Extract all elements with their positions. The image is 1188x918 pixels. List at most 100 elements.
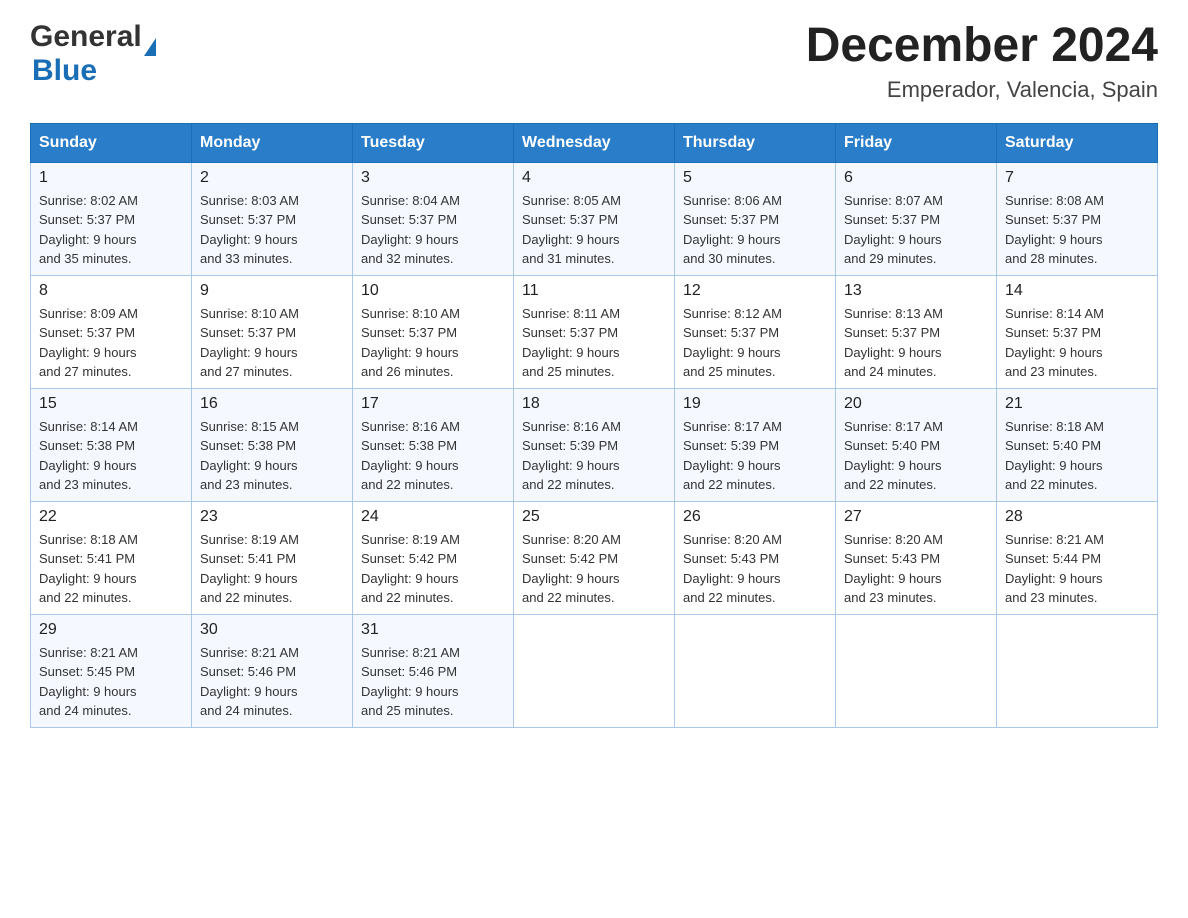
day-number: 11 — [522, 282, 666, 300]
calendar-week-row: 15 Sunrise: 8:14 AM Sunset: 5:38 PM Dayl… — [31, 388, 1158, 501]
day-number: 27 — [844, 508, 988, 526]
day-info: Sunrise: 8:04 AM Sunset: 5:37 PM Dayligh… — [361, 191, 505, 269]
day-info: Sunrise: 8:10 AM Sunset: 5:37 PM Dayligh… — [200, 304, 344, 382]
day-info: Sunrise: 8:14 AM Sunset: 5:38 PM Dayligh… — [39, 417, 183, 495]
day-info: Sunrise: 8:16 AM Sunset: 5:39 PM Dayligh… — [522, 417, 666, 495]
calendar-week-row: 22 Sunrise: 8:18 AM Sunset: 5:41 PM Dayl… — [31, 501, 1158, 614]
day-number: 15 — [39, 395, 183, 413]
day-number: 24 — [361, 508, 505, 526]
day-info: Sunrise: 8:07 AM Sunset: 5:37 PM Dayligh… — [844, 191, 988, 269]
calendar-week-row: 8 Sunrise: 8:09 AM Sunset: 5:37 PM Dayli… — [31, 275, 1158, 388]
day-info: Sunrise: 8:18 AM Sunset: 5:40 PM Dayligh… — [1005, 417, 1149, 495]
day-number: 23 — [200, 508, 344, 526]
table-row: 14 Sunrise: 8:14 AM Sunset: 5:37 PM Dayl… — [997, 275, 1158, 388]
table-row: 15 Sunrise: 8:14 AM Sunset: 5:38 PM Dayl… — [31, 388, 192, 501]
table-row: 17 Sunrise: 8:16 AM Sunset: 5:38 PM Dayl… — [353, 388, 514, 501]
col-monday: Monday — [192, 123, 353, 162]
day-number: 14 — [1005, 282, 1149, 300]
day-info: Sunrise: 8:21 AM Sunset: 5:45 PM Dayligh… — [39, 643, 183, 721]
day-number: 9 — [200, 282, 344, 300]
table-row: 28 Sunrise: 8:21 AM Sunset: 5:44 PM Dayl… — [997, 501, 1158, 614]
table-row: 22 Sunrise: 8:18 AM Sunset: 5:41 PM Dayl… — [31, 501, 192, 614]
calendar-week-row: 1 Sunrise: 8:02 AM Sunset: 5:37 PM Dayli… — [31, 162, 1158, 275]
day-number: 10 — [361, 282, 505, 300]
day-info: Sunrise: 8:18 AM Sunset: 5:41 PM Dayligh… — [39, 530, 183, 608]
table-row: 25 Sunrise: 8:20 AM Sunset: 5:42 PM Dayl… — [514, 501, 675, 614]
table-row: 8 Sunrise: 8:09 AM Sunset: 5:37 PM Dayli… — [31, 275, 192, 388]
day-info: Sunrise: 8:17 AM Sunset: 5:40 PM Dayligh… — [844, 417, 988, 495]
day-number: 1 — [39, 169, 183, 187]
table-row: 12 Sunrise: 8:12 AM Sunset: 5:37 PM Dayl… — [675, 275, 836, 388]
table-row: 24 Sunrise: 8:19 AM Sunset: 5:42 PM Dayl… — [353, 501, 514, 614]
day-info: Sunrise: 8:19 AM Sunset: 5:42 PM Dayligh… — [361, 530, 505, 608]
logo-general: General — [30, 20, 142, 54]
day-number: 2 — [200, 169, 344, 187]
day-info: Sunrise: 8:12 AM Sunset: 5:37 PM Dayligh… — [683, 304, 827, 382]
table-row: 27 Sunrise: 8:20 AM Sunset: 5:43 PM Dayl… — [836, 501, 997, 614]
day-number: 25 — [522, 508, 666, 526]
col-tuesday: Tuesday — [353, 123, 514, 162]
day-number: 12 — [683, 282, 827, 300]
day-info: Sunrise: 8:06 AM Sunset: 5:37 PM Dayligh… — [683, 191, 827, 269]
day-info: Sunrise: 8:08 AM Sunset: 5:37 PM Dayligh… — [1005, 191, 1149, 269]
day-number: 19 — [683, 395, 827, 413]
day-number: 26 — [683, 508, 827, 526]
table-row: 7 Sunrise: 8:08 AM Sunset: 5:37 PM Dayli… — [997, 162, 1158, 275]
day-number: 3 — [361, 169, 505, 187]
table-row: 19 Sunrise: 8:17 AM Sunset: 5:39 PM Dayl… — [675, 388, 836, 501]
table-row: 1 Sunrise: 8:02 AM Sunset: 5:37 PM Dayli… — [31, 162, 192, 275]
day-number: 17 — [361, 395, 505, 413]
day-number: 30 — [200, 621, 344, 639]
table-row: 30 Sunrise: 8:21 AM Sunset: 5:46 PM Dayl… — [192, 614, 353, 727]
logo-blue: Blue — [32, 54, 97, 87]
day-number: 29 — [39, 621, 183, 639]
table-row: 10 Sunrise: 8:10 AM Sunset: 5:37 PM Dayl… — [353, 275, 514, 388]
day-info: Sunrise: 8:20 AM Sunset: 5:42 PM Dayligh… — [522, 530, 666, 608]
day-info: Sunrise: 8:17 AM Sunset: 5:39 PM Dayligh… — [683, 417, 827, 495]
table-row — [514, 614, 675, 727]
header-row: Sunday Monday Tuesday Wednesday Thursday… — [31, 123, 1158, 162]
table-row: 2 Sunrise: 8:03 AM Sunset: 5:37 PM Dayli… — [192, 162, 353, 275]
day-info: Sunrise: 8:15 AM Sunset: 5:38 PM Dayligh… — [200, 417, 344, 495]
day-info: Sunrise: 8:21 AM Sunset: 5:46 PM Dayligh… — [361, 643, 505, 721]
day-info: Sunrise: 8:20 AM Sunset: 5:43 PM Dayligh… — [683, 530, 827, 608]
col-saturday: Saturday — [997, 123, 1158, 162]
table-row — [675, 614, 836, 727]
table-row: 26 Sunrise: 8:20 AM Sunset: 5:43 PM Dayl… — [675, 501, 836, 614]
col-thursday: Thursday — [675, 123, 836, 162]
day-info: Sunrise: 8:10 AM Sunset: 5:37 PM Dayligh… — [361, 304, 505, 382]
day-info: Sunrise: 8:16 AM Sunset: 5:38 PM Dayligh… — [361, 417, 505, 495]
day-number: 20 — [844, 395, 988, 413]
day-info: Sunrise: 8:14 AM Sunset: 5:37 PM Dayligh… — [1005, 304, 1149, 382]
col-wednesday: Wednesday — [514, 123, 675, 162]
table-row: 13 Sunrise: 8:13 AM Sunset: 5:37 PM Dayl… — [836, 275, 997, 388]
location: Emperador, Valencia, Spain — [806, 77, 1158, 103]
day-number: 31 — [361, 621, 505, 639]
table-row: 29 Sunrise: 8:21 AM Sunset: 5:45 PM Dayl… — [31, 614, 192, 727]
table-row: 31 Sunrise: 8:21 AM Sunset: 5:46 PM Dayl… — [353, 614, 514, 727]
col-friday: Friday — [836, 123, 997, 162]
table-row: 11 Sunrise: 8:11 AM Sunset: 5:37 PM Dayl… — [514, 275, 675, 388]
day-info: Sunrise: 8:19 AM Sunset: 5:41 PM Dayligh… — [200, 530, 344, 608]
day-info: Sunrise: 8:13 AM Sunset: 5:37 PM Dayligh… — [844, 304, 988, 382]
day-info: Sunrise: 8:21 AM Sunset: 5:44 PM Dayligh… — [1005, 530, 1149, 608]
table-row — [997, 614, 1158, 727]
day-number: 16 — [200, 395, 344, 413]
day-info: Sunrise: 8:21 AM Sunset: 5:46 PM Dayligh… — [200, 643, 344, 721]
day-info: Sunrise: 8:03 AM Sunset: 5:37 PM Dayligh… — [200, 191, 344, 269]
calendar-table: Sunday Monday Tuesday Wednesday Thursday… — [30, 123, 1158, 728]
table-row: 18 Sunrise: 8:16 AM Sunset: 5:39 PM Dayl… — [514, 388, 675, 501]
table-row: 9 Sunrise: 8:10 AM Sunset: 5:37 PM Dayli… — [192, 275, 353, 388]
day-number: 22 — [39, 508, 183, 526]
table-row: 23 Sunrise: 8:19 AM Sunset: 5:41 PM Dayl… — [192, 501, 353, 614]
day-number: 4 — [522, 169, 666, 187]
table-row: 6 Sunrise: 8:07 AM Sunset: 5:37 PM Dayli… — [836, 162, 997, 275]
day-number: 28 — [1005, 508, 1149, 526]
day-info: Sunrise: 8:05 AM Sunset: 5:37 PM Dayligh… — [522, 191, 666, 269]
day-number: 6 — [844, 169, 988, 187]
table-row: 5 Sunrise: 8:06 AM Sunset: 5:37 PM Dayli… — [675, 162, 836, 275]
day-number: 18 — [522, 395, 666, 413]
table-row — [836, 614, 997, 727]
day-number: 13 — [844, 282, 988, 300]
day-number: 21 — [1005, 395, 1149, 413]
